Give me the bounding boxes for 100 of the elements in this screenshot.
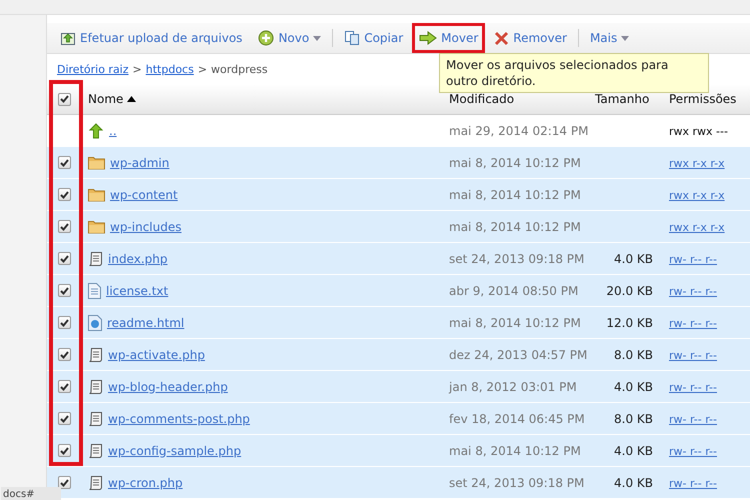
permissions-link[interactable]: rw- r-- r--	[669, 284, 717, 298]
file-row[interactable]: wp-cron.php set 24, 2013 09:18 PM 4.0 KB rw- r-- r--	[47, 467, 750, 499]
row-checkbox[interactable]	[58, 284, 70, 297]
file-size: 4.0 KB	[614, 444, 653, 458]
file-name-link[interactable]: ..	[109, 124, 117, 138]
file-name-link[interactable]: wp-blog-header.php	[108, 380, 228, 394]
modified-date: mai 8, 2014 10:12 PM	[449, 444, 581, 458]
select-all-checkbox[interactable]	[58, 92, 70, 106]
file-name-link[interactable]: wp-admin	[110, 156, 170, 170]
scroll-icon	[88, 250, 103, 266]
file-row[interactable]: wp-comments-post.php fev 18, 2014 06:45 PM 8.0 KB rw- r-- r--	[47, 403, 750, 435]
file-row[interactable]: wp-admin mai 8, 2014 10:12 PM rwx r-x r-x	[47, 147, 750, 179]
row-checkbox[interactable]	[58, 412, 70, 425]
modified-date: jan 8, 2012 03:01 PM	[449, 380, 577, 394]
file-row[interactable]: wp-activate.php dez 24, 2013 04:57 PM 8.0 KB rw- r-- r--	[47, 339, 750, 371]
permissions-link[interactable]: rwx r-x r-x	[669, 156, 725, 170]
breadcrumb-link[interactable]: Diretório raiz	[57, 62, 129, 76]
document-icon	[88, 282, 101, 298]
copy-button[interactable]: Copiar	[337, 23, 410, 53]
modified-date: dez 24, 2013 04:57 PM	[449, 348, 588, 362]
file-size: 12.0 KB	[606, 316, 653, 330]
breadcrumb-current: wordpress	[211, 62, 268, 76]
file-name-link[interactable]: wp-comments-post.php	[108, 412, 250, 426]
folder-icon	[88, 188, 105, 202]
row-checkbox[interactable]	[58, 476, 70, 489]
permissions-link[interactable]: rwx r-x r-x	[669, 188, 725, 202]
permissions-link[interactable]: rw- r-- r--	[669, 380, 717, 394]
upload-icon	[60, 30, 76, 46]
modified-date: fev 18, 2014 06:45 PM	[449, 412, 585, 426]
delete-icon	[494, 30, 510, 46]
breadcrumb-link[interactable]: httpdocs	[146, 62, 194, 76]
modified-date: mai 8, 2014 10:12 PM	[449, 316, 581, 330]
modified-date: set 24, 2013 09:18 PM	[449, 252, 584, 266]
file-size: 8.0 KB	[614, 348, 653, 362]
permissions-link[interactable]: rw- r-- r--	[669, 348, 717, 362]
modified-date: mai 29, 2014 02:14 PM	[449, 124, 588, 138]
modified-date: set 24, 2013 09:18 PM	[449, 476, 584, 490]
permissions-link[interactable]: rwx r-x r-x	[669, 220, 725, 234]
row-checkbox[interactable]	[58, 252, 70, 265]
caret-icon	[313, 36, 322, 40]
upload-button[interactable]: Efetuar upload de arquivos	[53, 23, 250, 53]
sort-ascending-icon	[127, 96, 136, 102]
copy-icon	[344, 30, 360, 46]
row-checkbox[interactable]	[58, 444, 70, 457]
file-name-link[interactable]: wp-activate.php	[108, 348, 205, 362]
file-name-link[interactable]: index.php	[108, 252, 168, 266]
move-button[interactable]: Mover	[412, 23, 486, 53]
file-name-link[interactable]: wp-cron.php	[108, 476, 183, 490]
file-row[interactable]: readme.html mai 8, 2014 10:12 PM 12.0 KB rw- r-- r--	[47, 307, 750, 339]
row-checkbox[interactable]	[58, 316, 70, 329]
file-name-link[interactable]: license.txt	[106, 284, 168, 298]
folder-icon	[88, 220, 105, 234]
new-button[interactable]: Novo	[251, 23, 328, 53]
globe-document-icon	[88, 314, 102, 330]
permissions-link[interactable]: rw- r-- r--	[669, 316, 717, 330]
column-header[interactable]: Permissões	[669, 92, 736, 106]
row-checkbox[interactable]	[58, 348, 70, 361]
file-size: 20.0 KB	[606, 284, 653, 298]
file-size: 8.0 KB	[614, 412, 653, 426]
column-header[interactable]: Modificado	[449, 92, 514, 106]
up-arrow-icon	[88, 122, 104, 138]
column-header[interactable]: Nome	[88, 92, 136, 106]
footer-text: docs#	[2, 488, 35, 500]
row-checkbox[interactable]	[58, 156, 70, 169]
scroll-icon	[88, 474, 103, 490]
file-name-link[interactable]: wp-includes	[110, 220, 182, 234]
tooltip: Mover os arquivos selecionados para outro diretório.	[439, 53, 709, 93]
file-row[interactable]: wp-config-sample.php mai 8, 2014 10:12 PM 4.0 KB rw- r-- r--	[47, 435, 750, 467]
file-row[interactable]: wp-blog-header.php jan 8, 2012 03:01 PM 4.0 KB rw- r-- r--	[47, 371, 750, 403]
row-checkbox[interactable]	[58, 380, 70, 393]
file-row[interactable]: index.php set 24, 2013 09:18 PM 4.0 KB rw- r-- r--	[47, 243, 750, 275]
file-row[interactable]: license.txt abr 9, 2014 08:50 PM 20.0 KB rw- r-- r--	[47, 275, 750, 307]
breadcrumb-separator: >	[198, 62, 208, 76]
column-header[interactable]: Tamanho	[595, 92, 650, 106]
file-row[interactable]: wp-includes mai 8, 2014 10:12 PM rwx r-x r-x	[47, 211, 750, 243]
remove-button[interactable]: Remover	[487, 23, 574, 53]
file-size: 4.0 KB	[614, 380, 653, 394]
permissions-link[interactable]: rw- r-- r--	[669, 476, 717, 490]
modified-date: mai 8, 2014 10:12 PM	[449, 188, 581, 202]
permissions-text: rwx rwx ---	[669, 124, 728, 138]
file-name-link[interactable]: wp-content	[110, 188, 178, 202]
plus-icon	[258, 30, 274, 46]
permissions-link[interactable]: rw- r-- r--	[669, 412, 717, 426]
file-name-link[interactable]: wp-config-sample.php	[108, 444, 242, 458]
row-checkbox[interactable]	[58, 188, 70, 201]
permissions-link[interactable]: rw- r-- r--	[669, 252, 717, 266]
arrow-right-icon	[419, 31, 438, 45]
file-size: 4.0 KB	[614, 252, 653, 266]
scroll-icon	[88, 378, 103, 394]
row-checkbox[interactable]	[58, 220, 70, 233]
more-button[interactable]: Mais	[582, 23, 636, 53]
file-size: 4.0 KB	[614, 476, 653, 490]
caret-icon	[621, 36, 630, 40]
scroll-icon	[88, 442, 103, 458]
permissions-link[interactable]: rw- r-- r--	[669, 444, 717, 458]
scroll-icon	[88, 410, 103, 426]
file-row[interactable]: wp-content mai 8, 2014 10:12 PM rwx r-x r-x	[47, 179, 750, 211]
file-name-link[interactable]: readme.html	[107, 316, 184, 330]
modified-date: abr 9, 2014 08:50 PM	[449, 284, 578, 298]
scroll-icon	[88, 346, 103, 362]
